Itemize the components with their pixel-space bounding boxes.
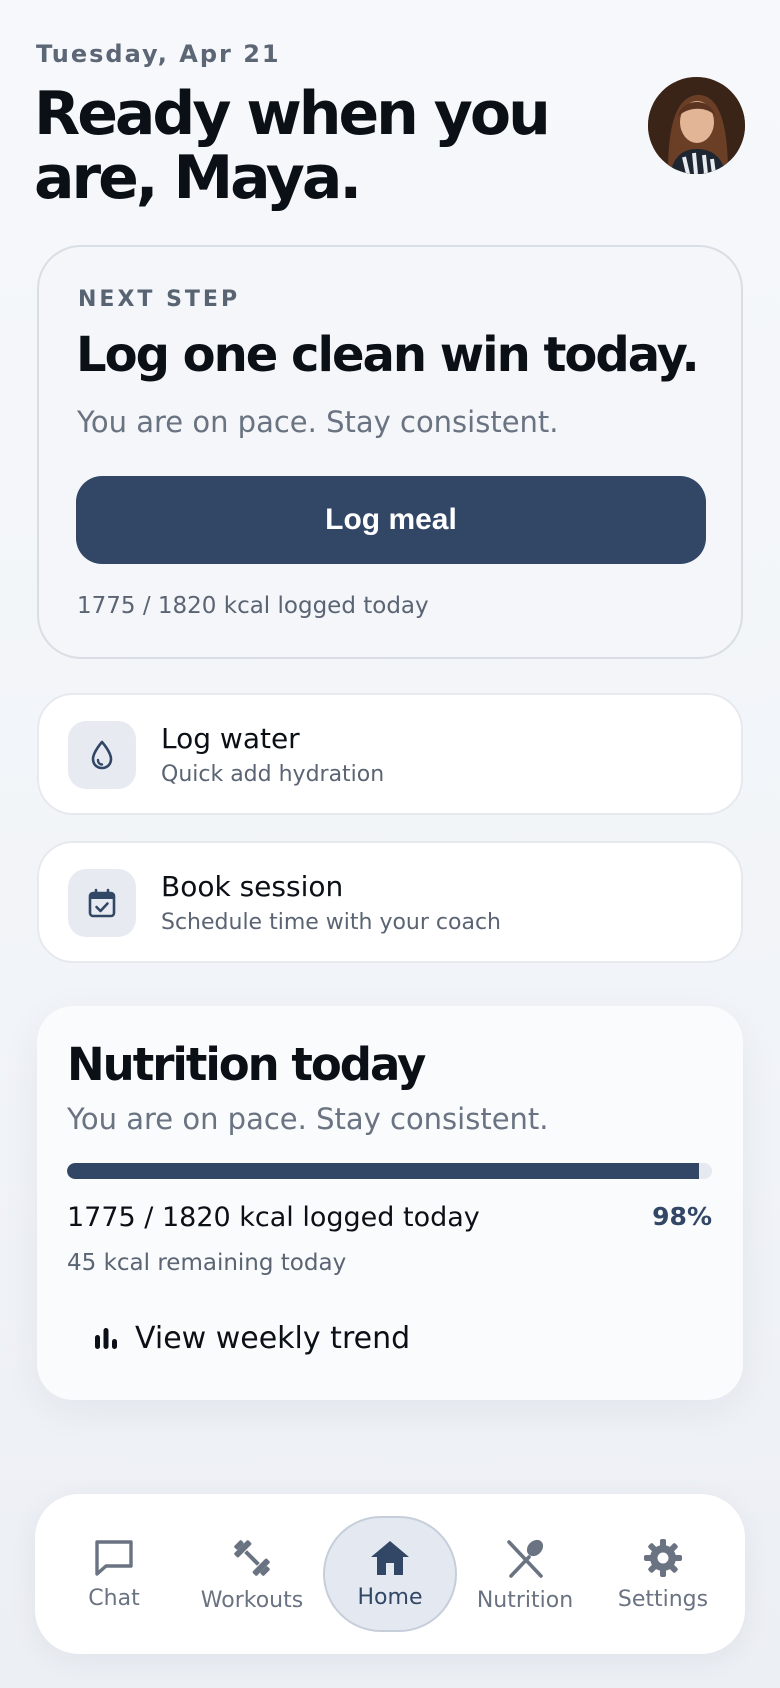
log-water-card[interactable]: Log water Quick add hydration <box>37 693 743 815</box>
bar-chart-icon <box>95 1328 117 1349</box>
nutrition-remaining: 45 kcal remaining today <box>67 1250 347 1276</box>
log-water-title: Log water <box>161 722 300 755</box>
greeting-title: Ready when you are, Maya. <box>34 79 551 213</box>
book-session-title: Book session <box>161 870 344 903</box>
next-step-title: Log one clean win today. <box>76 327 700 383</box>
nutrition-kcal-summary: 1775 / 1820 kcal logged today <box>67 1202 480 1233</box>
nutrition-title: Nutrition today <box>67 1038 426 1091</box>
nutrition-card: Nutrition today You are on pace. Stay co… <box>37 1006 743 1400</box>
tab-chat-label: Chat <box>88 1585 140 1611</box>
calorie-progress-bar <box>67 1163 712 1179</box>
bottom-tab-bar: Chat Workouts Home Nutrition Settings <box>35 1494 745 1654</box>
gear-icon <box>644 1538 682 1577</box>
water-drop-icon <box>91 740 113 770</box>
home-screen: Tuesday, Apr 21 Ready when you are, Maya… <box>0 0 780 1688</box>
avatar-portrait-icon <box>648 77 745 174</box>
tab-settings-label: Settings <box>617 1586 709 1612</box>
fork-spoon-icon <box>507 1539 544 1578</box>
next-step-eyebrow: NEXT STEP <box>78 287 241 312</box>
nutrition-percent: 98% <box>652 1202 712 1231</box>
tab-chat[interactable]: Chat <box>45 1494 183 1654</box>
next-step-kcal-summary: 1775 / 1820 kcal logged today <box>77 593 429 619</box>
tab-nutrition[interactable]: Nutrition <box>456 1494 594 1654</box>
calendar-check-icon <box>88 888 116 918</box>
book-session-subtitle: Schedule time with your coach <box>161 910 501 935</box>
view-weekly-trend-label: View weekly trend <box>135 1320 411 1356</box>
view-weekly-trend-link[interactable]: View weekly trend <box>93 1316 410 1360</box>
book-session-card[interactable]: Book session Schedule time with your coa… <box>37 841 743 963</box>
log-water-icon-tile <box>68 721 136 789</box>
home-icon <box>371 1540 409 1575</box>
tab-workouts[interactable]: Workouts <box>183 1494 321 1654</box>
tab-home-label: Home <box>357 1584 423 1610</box>
book-session-icon-tile <box>68 869 136 937</box>
next-step-subtitle: You are on pace. Stay consistent. <box>77 405 559 439</box>
calorie-progress-fill <box>67 1163 700 1179</box>
tab-settings[interactable]: Settings <box>594 1494 732 1654</box>
date-label: Tuesday, Apr 21 <box>36 40 281 68</box>
log-meal-button[interactable]: Log meal <box>76 476 706 564</box>
avatar[interactable] <box>648 77 745 174</box>
dumbbell-icon <box>234 1539 270 1576</box>
log-water-subtitle: Quick add hydration <box>161 762 385 787</box>
next-step-card: NEXT STEP Log one clean win today. You a… <box>37 245 743 659</box>
tab-workouts-label: Workouts <box>200 1587 304 1613</box>
tab-nutrition-label: Nutrition <box>476 1587 574 1613</box>
nutrition-subtitle: You are on pace. Stay consistent. <box>67 1102 549 1136</box>
tab-home[interactable]: Home <box>323 1516 457 1632</box>
chat-bubble-icon <box>95 1539 133 1576</box>
